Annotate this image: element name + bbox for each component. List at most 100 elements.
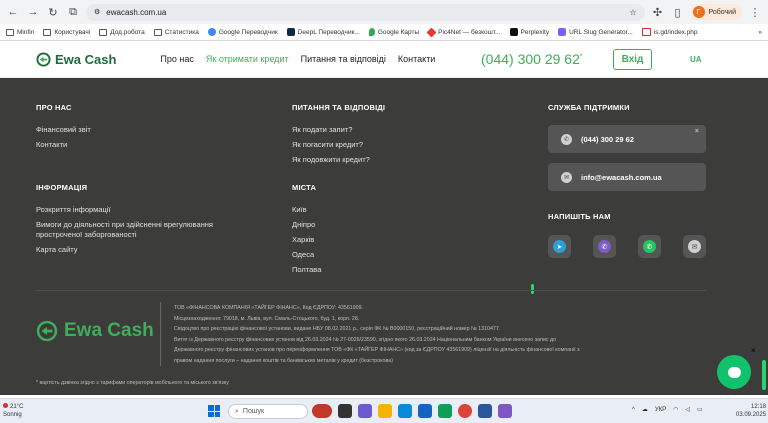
legal-line: Свідоцтво про реєстрацію фінансової уста… [174, 326, 501, 333]
clock[interactable]: 12:18 03.09.2025 [736, 403, 766, 419]
footer-link-how-repay[interactable]: Як погасити кредит? [292, 140, 385, 150]
nav-item[interactable]: Контакти [398, 54, 435, 64]
footer-link-debt-requirements[interactable]: Вимоги до діяльності при здійсненні врег… [36, 220, 256, 240]
language-switch[interactable]: UA [690, 55, 702, 64]
bookmark-item[interactable]: Користувачі [43, 28, 90, 36]
footer-support-title: СЛУЖБА ПІДТРИМКИ [548, 103, 630, 112]
weather-icon [3, 403, 8, 408]
profile-button[interactable]: Г Робочий [690, 4, 742, 20]
tray-chevron-icon[interactable]: ^ [632, 407, 635, 413]
telegram-button[interactable]: ➤ [548, 235, 571, 258]
tab-search-icon[interactable]: ⧉ [66, 5, 80, 19]
wifi-icon[interactable]: ◠ [673, 406, 678, 413]
bookmark-star-icon[interactable]: ☆ [629, 8, 636, 17]
store-icon[interactable] [418, 404, 432, 418]
nav-item[interactable]: Про нас [160, 54, 193, 64]
close-icon[interactable]: × [695, 128, 699, 135]
edge-icon[interactable] [398, 404, 412, 418]
back-arrow-icon[interactable]: ← [6, 5, 20, 19]
word-icon[interactable] [478, 404, 492, 418]
browser-menu-icon[interactable]: ⋮ [748, 5, 762, 19]
bookmark-item[interactable]: Pic4Net — безкошт... [426, 27, 501, 37]
chrome-icon[interactable] [458, 404, 472, 418]
support-phone-card[interactable]: ✆ (044) 300 29 62 × [548, 125, 706, 153]
browser-toolbar: ← → ↻ ⧉ ⚙ ewacash.com.ua ☆ ✣ ▯ Г Робочий… [0, 0, 768, 24]
footer-write-us-title: НАПИШІТЬ НАМ [548, 212, 611, 221]
sidebar-icon[interactable]: ▯ [671, 5, 685, 19]
chat-close-icon[interactable]: × [751, 346, 756, 355]
footer-logo[interactable]: Ewa Cash [36, 320, 154, 342]
bookmark-item[interactable]: is.gd/index.php [641, 28, 698, 36]
bookmark-item[interactable]: Google Карты [368, 28, 420, 36]
bookmark-item[interactable]: Дод.робота [99, 28, 145, 36]
chat-button[interactable] [717, 355, 751, 389]
footer-link-disclosure[interactable]: Розкриття інформації [36, 205, 256, 215]
footer-link-how-extend[interactable]: Як подовжити кредит? [292, 155, 385, 165]
task-view-icon[interactable] [338, 404, 352, 418]
bookmark-label: Minfin [17, 28, 35, 36]
app-icon[interactable] [498, 404, 512, 418]
city-link-dnipro[interactable]: Дніпро [292, 220, 321, 230]
footer-link-how-apply[interactable]: Як подати запит? [292, 125, 385, 135]
footer-about: ПРО НАС Фінансовий звіт Контакти [36, 103, 91, 150]
header-phone[interactable]: (044) 300 29 62* [481, 51, 583, 67]
nav-item[interactable]: Як отримати кредит [206, 54, 289, 64]
login-button[interactable]: Вхід [613, 49, 652, 70]
battery-icon[interactable]: ▭ [697, 406, 703, 413]
clock-time: 12:18 [751, 404, 767, 410]
bookmark-item[interactable]: Perplexity [509, 28, 550, 36]
bookmark-item[interactable]: URL Slug Generator... [558, 28, 633, 36]
extensions-icon[interactable]: ✣ [651, 5, 665, 19]
footer-link-contacts[interactable]: Контакти [36, 140, 91, 150]
phone-icon: ✆ [561, 133, 572, 145]
support-email-card[interactable]: ✉ info@ewacash.com.ua [548, 163, 706, 191]
more-bookmarks-icon[interactable]: » [758, 29, 762, 36]
bookmark-label: Perplexity [520, 28, 550, 36]
windows-start-icon[interactable] [208, 405, 220, 417]
legal-line: Витяг із Державного реєстру фінансових у… [174, 336, 557, 343]
bookmark-item[interactable]: Minfin [6, 28, 35, 36]
footer-info: ІНФОРМАЦІЯ Розкриття інформації Вимоги д… [36, 183, 256, 255]
main-nav: Про нас Як отримати кредит Питання та відп… [160, 54, 435, 64]
keyboard-lang[interactable]: УКР [655, 407, 666, 413]
city-link-odesa[interactable]: Одеса [292, 250, 321, 260]
volume-icon[interactable]: ◁ [685, 406, 690, 413]
header-phone-number: (044) 300 29 62 [481, 51, 580, 67]
maps-pin-icon [368, 28, 375, 36]
taskbar-search-placeholder: Пошук [242, 408, 265, 415]
folder-icon [43, 28, 52, 36]
city-link-kyiv[interactable]: Київ [292, 205, 321, 215]
footnote: * вартість дзвінка згідно з тарифами опе… [36, 380, 229, 386]
file-explorer-icon[interactable] [378, 404, 392, 418]
page-scrollbar[interactable] [762, 360, 766, 390]
email-button[interactable]: ✉ [683, 235, 706, 258]
copilot-icon[interactable] [358, 404, 372, 418]
footer-link-sitemap[interactable]: Карта сайту [36, 245, 256, 255]
site-logo[interactable]: Ewa Cash [36, 52, 116, 67]
weather-widget[interactable]: 21°C Sonnig [3, 403, 23, 419]
site-info-icon[interactable]: ⚙ [94, 8, 100, 16]
news-widget-icon[interactable] [312, 404, 332, 418]
bookmark-label: Google Карты [377, 28, 420, 36]
forward-arrow-icon[interactable]: → [26, 5, 40, 19]
bookmark-item[interactable]: Статистика [153, 28, 199, 36]
bookmark-item[interactable]: Google Переводчик [207, 28, 278, 36]
footer-link-financial-report[interactable]: Фінансовий звіт [36, 125, 91, 135]
taskbar-search[interactable]: ⌕ Пошук [228, 404, 308, 419]
city-link-kharkiv[interactable]: Харків [292, 235, 321, 245]
perplexity-icon [509, 28, 518, 36]
whatsapp-icon: ✆ [643, 240, 656, 253]
reload-icon[interactable]: ↻ [46, 5, 60, 19]
footer-vertical-divider [160, 302, 161, 366]
whatsapp-button[interactable]: ✆ [638, 235, 661, 258]
city-link-poltava[interactable]: Полтава [292, 265, 321, 275]
scroll-indicator [531, 284, 534, 294]
viber-button[interactable]: ✆ [593, 235, 616, 258]
bookmark-item[interactable]: DeepL Переводчик... [286, 28, 360, 36]
cloud-icon[interactable]: ☁ [642, 406, 648, 413]
nav-item[interactable]: Питання та відповіді [301, 54, 386, 64]
outlook-icon[interactable] [438, 404, 452, 418]
address-bar[interactable]: ⚙ ewacash.com.ua ☆ [86, 3, 645, 21]
bookmark-label: URL Slug Generator... [569, 28, 633, 36]
url-text[interactable]: ewacash.com.ua [106, 8, 623, 17]
